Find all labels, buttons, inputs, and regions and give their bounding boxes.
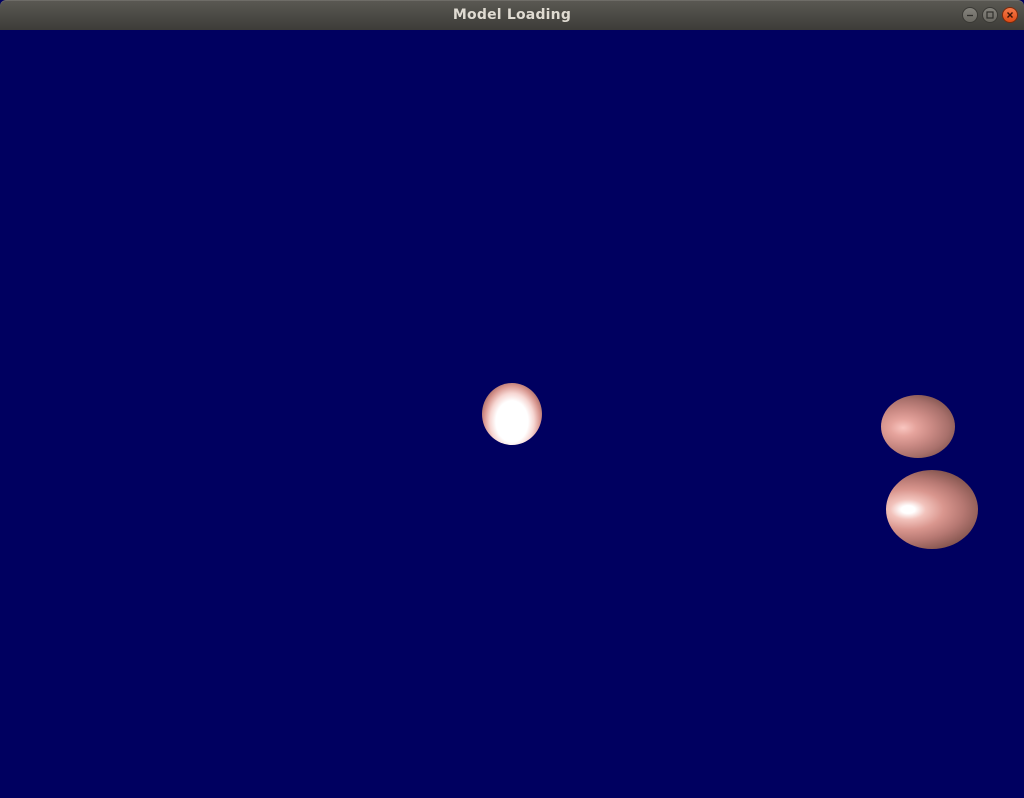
sphere-model-center bbox=[482, 383, 542, 445]
minimize-icon bbox=[967, 14, 973, 17]
title-bar[interactable]: Model Loading bbox=[0, 0, 1024, 30]
close-icon bbox=[1007, 12, 1013, 18]
sphere-model-right-bottom bbox=[886, 470, 978, 549]
window-title: Model Loading bbox=[452, 7, 572, 23]
maximize-icon bbox=[986, 11, 994, 19]
minimize-button[interactable] bbox=[962, 7, 978, 23]
render-viewport[interactable] bbox=[0, 30, 1024, 798]
sphere-model-right-top bbox=[881, 395, 955, 458]
maximize-button[interactable] bbox=[982, 7, 998, 23]
app-window: Model Loading bbox=[0, 0, 1024, 798]
close-button[interactable] bbox=[1002, 7, 1018, 23]
